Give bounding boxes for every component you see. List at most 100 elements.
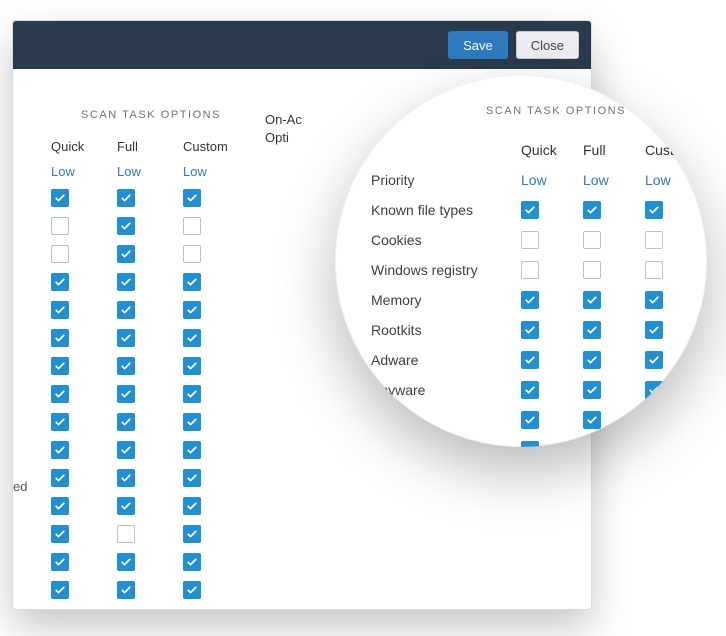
checkbox-quick[interactable] [521, 291, 539, 309]
on-access-heading: On-Ac Opti [265, 111, 302, 146]
bg-checkbox[interactable] [183, 441, 201, 459]
bg-checkbox[interactable] [183, 497, 201, 515]
bg-row [51, 581, 251, 599]
bg-checkbox[interactable] [183, 329, 201, 347]
bg-checkbox[interactable] [51, 497, 69, 515]
checkbox-custom[interactable] [645, 201, 663, 219]
bg-checkbox[interactable] [117, 553, 135, 571]
bg-column-headers: Quick Full Custom [51, 139, 251, 154]
bg-checkbox[interactable] [51, 413, 69, 431]
zprio-full[interactable]: Low [583, 172, 645, 188]
checkbox-full[interactable] [583, 351, 601, 369]
checkbox-full[interactable] [583, 381, 601, 399]
bg-checkbox[interactable] [117, 329, 135, 347]
bg-checkbox[interactable] [51, 553, 69, 571]
bg-checkbox[interactable] [183, 469, 201, 487]
bg-checkbox[interactable] [183, 217, 201, 235]
bg-checkbox[interactable] [51, 469, 69, 487]
checkbox-full[interactable] [583, 231, 601, 249]
bg-checkbox[interactable] [51, 273, 69, 291]
checkbox-custom[interactable] [645, 291, 663, 309]
bg-checkbox[interactable] [117, 525, 135, 543]
bg-checkbox[interactable] [183, 553, 201, 571]
col-custom: Custom [183, 139, 243, 154]
bg-checkbox[interactable] [183, 245, 201, 263]
option-row: Rootkits [371, 315, 671, 345]
option-label: Memory [371, 292, 521, 308]
bg-checkbox[interactable] [51, 329, 69, 347]
checkbox-quick[interactable] [521, 441, 539, 447]
prio-quick: Low [51, 164, 111, 179]
bg-checkbox[interactable] [183, 273, 201, 291]
bg-checkbox[interactable] [183, 301, 201, 319]
bg-checkbox[interactable] [183, 357, 201, 375]
bg-checkbox[interactable] [51, 301, 69, 319]
bg-checkbox[interactable] [117, 357, 135, 375]
bg-checkbox[interactable] [117, 413, 135, 431]
zprio-quick[interactable]: Low [521, 172, 583, 188]
bg-checkbox[interactable] [117, 245, 135, 263]
bg-checkbox[interactable] [183, 525, 201, 543]
bg-checkbox[interactable] [51, 385, 69, 403]
option-label: Spyware [371, 382, 521, 398]
checkbox-custom[interactable] [645, 321, 663, 339]
bg-checkbox[interactable] [51, 357, 69, 375]
bg-checkbox[interactable] [117, 581, 135, 599]
bg-row [51, 385, 251, 403]
section-title-zoom: SCAN TASK OPTIONS [441, 105, 671, 117]
checkbox-quick[interactable] [521, 381, 539, 399]
bg-checkbox[interactable] [51, 525, 69, 543]
checkbox-quick[interactable] [521, 351, 539, 369]
bg-row [51, 357, 251, 375]
option-label: ers [371, 412, 521, 428]
bg-checkbox[interactable] [51, 217, 69, 235]
zprio-custom[interactable]: Low [645, 172, 707, 188]
bg-checkbox[interactable] [51, 245, 69, 263]
bg-row [51, 301, 251, 319]
checkbox-custom[interactable] [645, 351, 663, 369]
bg-row [51, 525, 251, 543]
bg-checkbox[interactable] [117, 217, 135, 235]
bg-checkbox[interactable] [117, 301, 135, 319]
bg-checkbox[interactable] [117, 469, 135, 487]
on-access-line2: Opti [265, 129, 302, 147]
col-full: Full [117, 139, 177, 154]
close-button[interactable]: Close [516, 31, 579, 59]
bg-checkbox[interactable] [183, 385, 201, 403]
checkbox-quick[interactable] [521, 411, 539, 429]
checkbox-full[interactable] [583, 291, 601, 309]
checkbox-custom[interactable] [645, 441, 663, 447]
bg-checkbox[interactable] [51, 189, 69, 207]
zoom-column-headers: Quick Full Custom [371, 135, 671, 165]
bg-checkbox[interactable] [183, 413, 201, 431]
bg-checkbox[interactable] [117, 441, 135, 459]
checkbox-custom[interactable] [645, 381, 663, 399]
bg-checkbox[interactable] [117, 273, 135, 291]
bg-checkbox[interactable] [117, 385, 135, 403]
checkbox-custom[interactable] [645, 231, 663, 249]
col-quick: Quick [51, 139, 111, 154]
option-row: Known file types [371, 195, 671, 225]
bg-checkbox[interactable] [183, 189, 201, 207]
checkbox-full[interactable] [583, 201, 601, 219]
bg-row [51, 273, 251, 291]
checkbox-full[interactable] [583, 411, 601, 429]
checkbox-quick[interactable] [521, 321, 539, 339]
checkbox-custom[interactable] [645, 261, 663, 279]
bg-checkbox[interactable] [117, 497, 135, 515]
checkbox-quick[interactable] [521, 201, 539, 219]
checkbox-custom[interactable] [645, 411, 663, 429]
checkbox-full[interactable] [583, 441, 601, 447]
checkbox-quick[interactable] [521, 261, 539, 279]
bg-checkbox[interactable] [51, 581, 69, 599]
checkbox-full[interactable] [583, 321, 601, 339]
bg-checkbox[interactable] [51, 441, 69, 459]
window-header: Save Close [13, 21, 591, 69]
bg-row [51, 413, 251, 431]
bg-checkbox[interactable] [117, 189, 135, 207]
save-button[interactable]: Save [448, 31, 508, 59]
section-title-bg: SCAN TASK OPTIONS [51, 109, 251, 121]
checkbox-quick[interactable] [521, 231, 539, 249]
bg-checkbox[interactable] [183, 581, 201, 599]
checkbox-full[interactable] [583, 261, 601, 279]
